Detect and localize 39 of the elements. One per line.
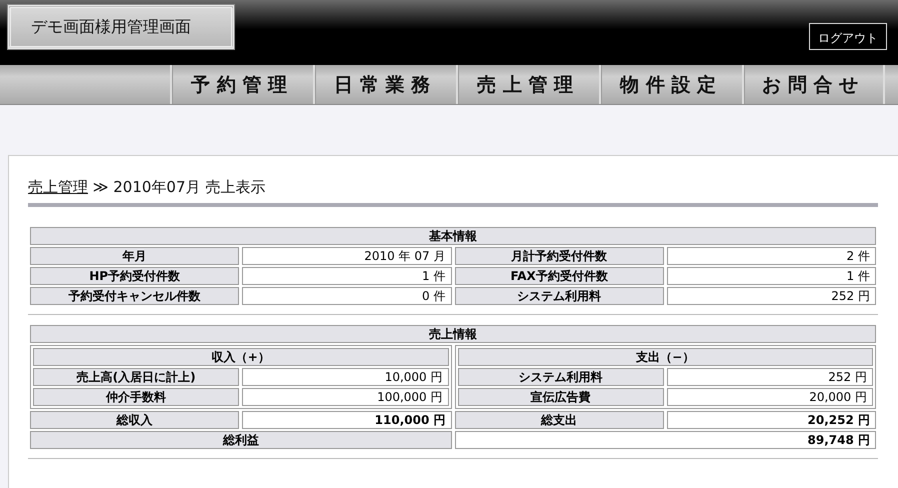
- nav-tab[interactable]: 予約管理: [170, 65, 313, 104]
- value-cell: 2010 年 07 月: [242, 247, 452, 265]
- label-cell: 仲介手数料: [33, 388, 240, 406]
- logout-button[interactable]: ログアウト: [809, 23, 887, 50]
- label-cell: 年月: [30, 247, 240, 265]
- label-cell: 宣伝広告費: [458, 388, 664, 406]
- label-cell: 総利益: [30, 431, 452, 449]
- value-cell: 2 件: [666, 247, 876, 265]
- label-cell: 総収入: [30, 411, 240, 429]
- label-cell: HP予約受付件数: [30, 267, 240, 285]
- value-cell: 20,000 円: [666, 388, 873, 406]
- value-cell: 1 件: [242, 267, 452, 285]
- section-header: 売上情報: [30, 325, 876, 343]
- value-cell: 89,748 円: [454, 431, 876, 449]
- group-header: 収入（+）: [33, 348, 448, 366]
- value-cell: 20,252 円: [666, 411, 876, 429]
- value-cell: 100,000 円: [242, 388, 448, 406]
- value-cell: 252 円: [666, 287, 876, 305]
- label-cell: 月計予約受付件数: [454, 247, 664, 265]
- value-cell: 110,000 円: [242, 411, 452, 429]
- value-cell: 1 件: [666, 267, 876, 285]
- section-header: 基本情報: [30, 227, 876, 245]
- nav-tab[interactable]: お問合せ: [742, 65, 885, 104]
- site-title: デモ画面様用管理画面: [8, 5, 234, 49]
- label-cell: 売上高(入居日に計上): [33, 368, 240, 386]
- nav-tab[interactable]: 日常業務: [313, 65, 456, 104]
- value-cell: 252 円: [666, 368, 873, 386]
- label-cell: FAX予約受付件数: [454, 267, 664, 285]
- breadcrumb-link[interactable]: 売上管理: [28, 178, 88, 196]
- label-cell: 予約受付キャンセル件数: [30, 287, 240, 305]
- label-cell: システム利用料: [458, 368, 664, 386]
- nav-tab[interactable]: 売上管理: [456, 65, 599, 104]
- value-cell: 10,000 円: [242, 368, 448, 386]
- label-cell: 総支出: [454, 411, 664, 429]
- nav-tab[interactable]: 物件設定: [599, 65, 742, 104]
- breadcrumb: 売上管理 ≫ 2010年07月 売上表示: [28, 178, 878, 207]
- label-cell: システム利用料: [454, 287, 664, 305]
- value-cell: 0 件: [242, 287, 452, 305]
- group-header: 支出（−）: [458, 348, 873, 366]
